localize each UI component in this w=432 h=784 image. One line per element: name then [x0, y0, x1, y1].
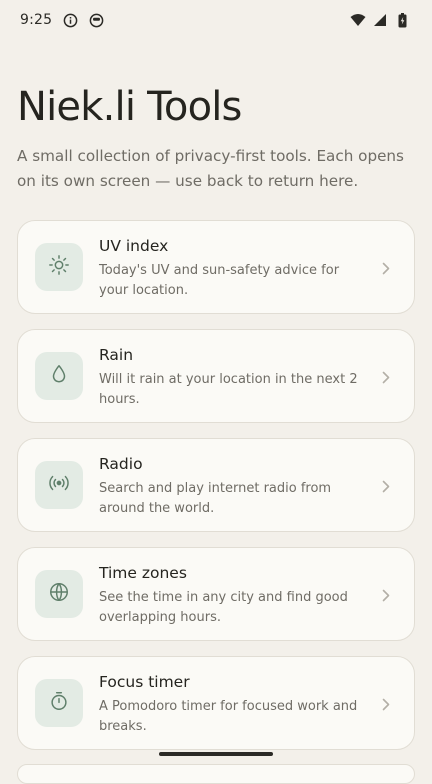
- radio-icon: [47, 472, 71, 498]
- tool-icon-tile: [35, 352, 83, 400]
- sun-icon: [48, 254, 70, 280]
- page-intro: A small collection of privacy-first tool…: [17, 147, 404, 190]
- signal-icon: [372, 12, 388, 28]
- battery-icon: [394, 12, 410, 28]
- chevron-right-icon: [380, 588, 392, 602]
- chevron-right-icon: [380, 697, 392, 711]
- tool-card-uv-index[interactable]: UV index Today's UV and sun-safety advic…: [17, 220, 415, 314]
- tool-title: UV index: [99, 237, 169, 255]
- page-title: Niek.li Tools: [17, 84, 242, 130]
- status-right: [350, 12, 410, 28]
- tool-icon-tile: [35, 461, 83, 509]
- chevron-right-icon: [380, 261, 392, 275]
- tool-title: Time zones: [99, 564, 187, 582]
- status-bar: 9:25: [0, 0, 432, 40]
- tool-description: See the time in any city and find good o…: [99, 590, 348, 625]
- tool-description: Search and play internet radio from arou…: [99, 481, 332, 516]
- wifi-icon: [350, 12, 366, 28]
- globe-icon: [48, 581, 70, 607]
- next-tool-card-peek[interactable]: [17, 764, 415, 784]
- tool-card-focus-timer[interactable]: Focus timer A Pomodoro timer for focused…: [17, 656, 415, 750]
- tool-list: UV index Today's UV and sun-safety advic…: [17, 220, 415, 765]
- tool-title: Rain: [99, 346, 134, 364]
- home-indicator[interactable]: [159, 752, 273, 756]
- tool-description: A Pomodoro timer for focused work and br…: [99, 699, 358, 734]
- tool-icon-tile: [35, 679, 83, 727]
- status-time: 9:25: [20, 12, 53, 28]
- chevron-right-icon: [380, 479, 392, 493]
- tool-description: Today's UV and sun-safety advice for you…: [99, 263, 340, 298]
- chevron-right-icon: [380, 370, 392, 384]
- status-left: 9:25: [20, 12, 104, 28]
- info-icon: [62, 12, 78, 28]
- raindrop-icon: [48, 363, 70, 389]
- tool-card-radio[interactable]: Radio Search and play internet radio fro…: [17, 438, 415, 532]
- tool-icon-tile: [35, 243, 83, 291]
- privacy-icon: [88, 12, 104, 28]
- tool-title: Radio: [99, 455, 143, 473]
- stopwatch-icon: [48, 690, 70, 716]
- tool-description: Will it rain at your location in the nex…: [99, 372, 358, 407]
- tool-title: Focus timer: [99, 673, 190, 691]
- tool-card-rain[interactable]: Rain Will it rain at your location in th…: [17, 329, 415, 423]
- tool-card-time-zones[interactable]: Time zones See the time in any city and …: [17, 547, 415, 641]
- tool-icon-tile: [35, 570, 83, 618]
